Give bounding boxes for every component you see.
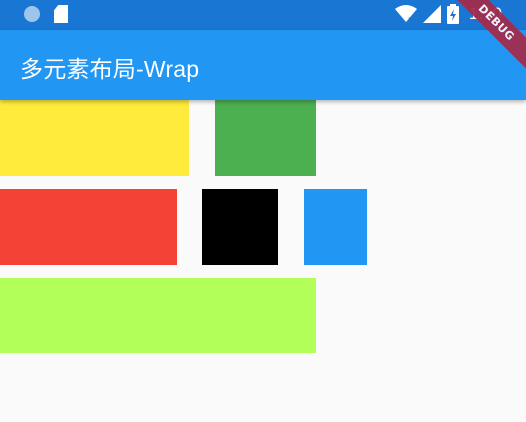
yellow-box bbox=[0, 100, 189, 176]
black-box bbox=[202, 189, 278, 265]
sd-card-icon bbox=[54, 5, 68, 23]
signal-icon bbox=[422, 5, 441, 23]
red-box bbox=[0, 189, 177, 265]
circle-icon bbox=[24, 6, 40, 22]
battery-icon bbox=[446, 4, 459, 24]
green-box bbox=[215, 100, 316, 176]
app-bar: 多元素布局-Wrap bbox=[0, 30, 526, 100]
status-left-icons bbox=[24, 5, 68, 23]
svg-text:x: x bbox=[408, 15, 413, 23]
wifi-icon: x bbox=[394, 5, 417, 23]
blue-box bbox=[304, 189, 367, 265]
page-title: 多元素布局-Wrap bbox=[20, 56, 200, 82]
lime-box bbox=[0, 278, 316, 353]
status-bar: x 1:10 bbox=[0, 0, 526, 30]
